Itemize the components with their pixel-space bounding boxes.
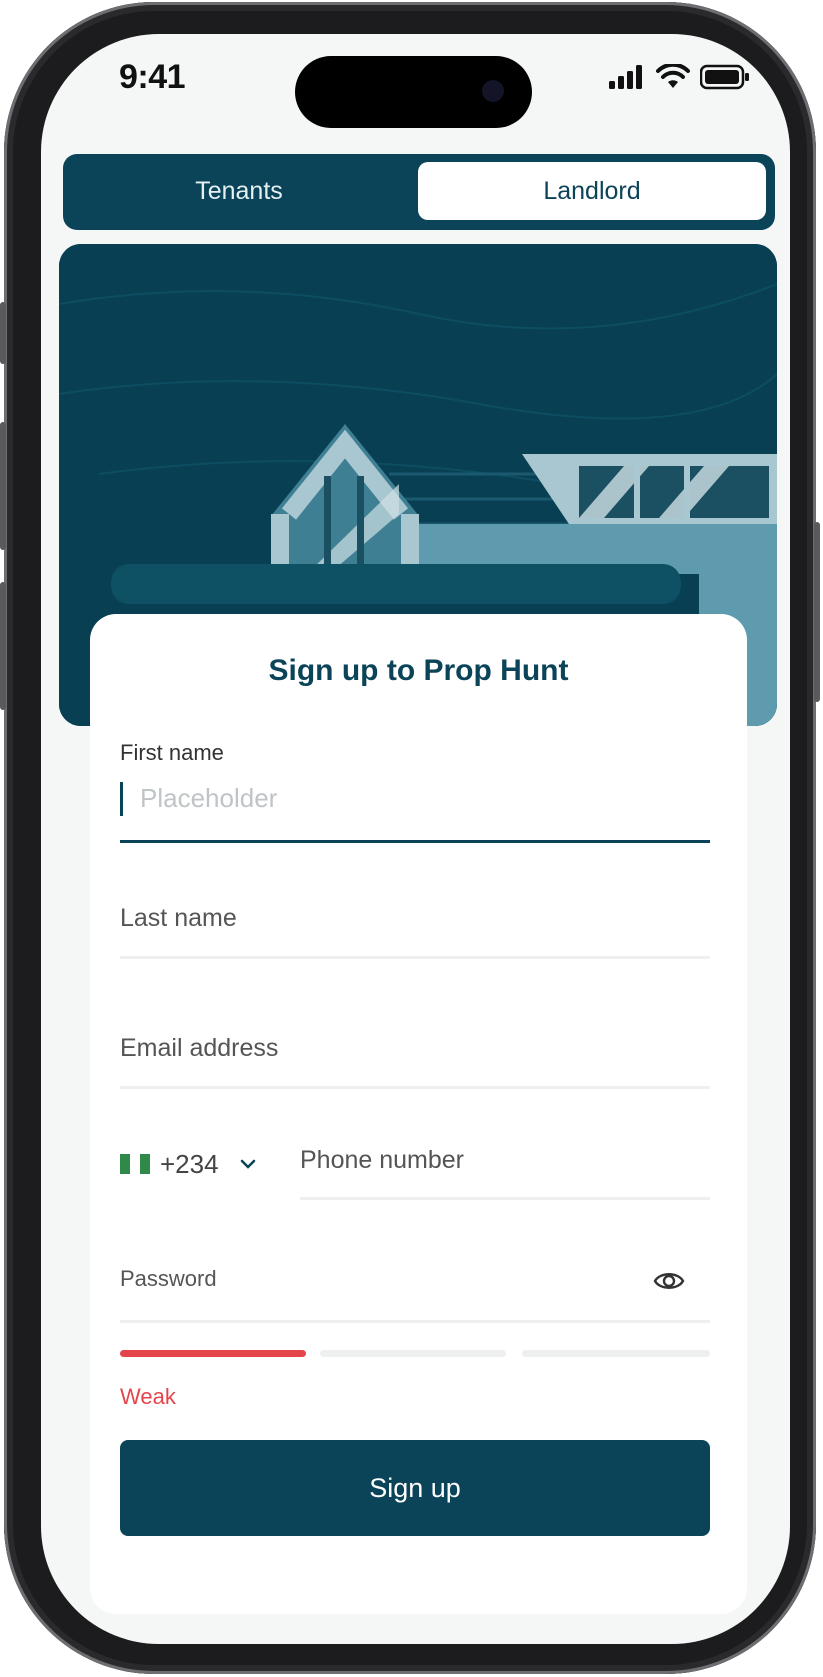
last-name-field[interactable]: Last name — [120, 904, 710, 964]
wifi-icon — [656, 64, 690, 88]
screen: 9:41 Tenants Landlord Sign up to Prop Hu… — [41, 34, 790, 1644]
volume-down-button — [0, 582, 6, 710]
country-code-selector[interactable]: +234 — [120, 1144, 259, 1184]
password-underline — [120, 1320, 710, 1323]
signup-title: Sign up to Prop Hunt — [268, 654, 569, 687]
tab-tenants[interactable]: Tenants — [69, 162, 409, 220]
show-password-eye-icon[interactable] — [652, 1264, 686, 1298]
signal-icon — [609, 65, 642, 89]
tab-landlord[interactable]: Landlord — [418, 162, 766, 220]
first-name-field[interactable]: First name Placeholder — [120, 740, 710, 850]
country-code: +234 — [160, 1148, 219, 1179]
first-name-placeholder: Placeholder — [140, 783, 278, 813]
account-type-toggle: Tenants Landlord — [63, 154, 775, 230]
sign-up-button[interactable]: Sign up — [120, 1440, 710, 1536]
password-field[interactable]: Password — [120, 1266, 217, 1292]
camera-icon — [482, 80, 504, 102]
strength-bar-1 — [120, 1350, 306, 1357]
mute-switch — [0, 302, 6, 364]
volume-up-button — [0, 422, 6, 550]
email-field[interactable]: Email address — [120, 1034, 710, 1094]
battery-icon — [700, 64, 749, 90]
strength-bar-2 — [320, 1350, 506, 1357]
phone-underline — [300, 1197, 710, 1200]
status-bar: 9:41 — [41, 34, 790, 154]
email-label: Email address — [120, 1034, 279, 1062]
last-name-underline — [120, 956, 710, 959]
email-underline — [120, 1086, 710, 1089]
dynamic-island — [295, 56, 532, 128]
status-time: 9:41 — [119, 58, 186, 96]
strength-bar-3 — [522, 1350, 710, 1357]
last-name-label: Last name — [120, 904, 237, 932]
signup-card: Sign up to Prop Hunt First name Placehol… — [90, 614, 747, 1614]
text-cursor — [120, 782, 123, 816]
password-strength-label: Weak — [120, 1384, 176, 1409]
phone-number-field[interactable]: Phone number — [300, 1146, 464, 1175]
power-button — [814, 522, 820, 702]
nigeria-flag-icon — [120, 1154, 150, 1174]
chevron-down-icon — [240, 1159, 255, 1169]
first-name-label: First name — [120, 740, 224, 765]
first-name-underline — [120, 840, 710, 843]
phone-frame: 9:41 Tenants Landlord Sign up to Prop Hu… — [0, 2, 820, 1674]
status-icons — [608, 64, 750, 90]
